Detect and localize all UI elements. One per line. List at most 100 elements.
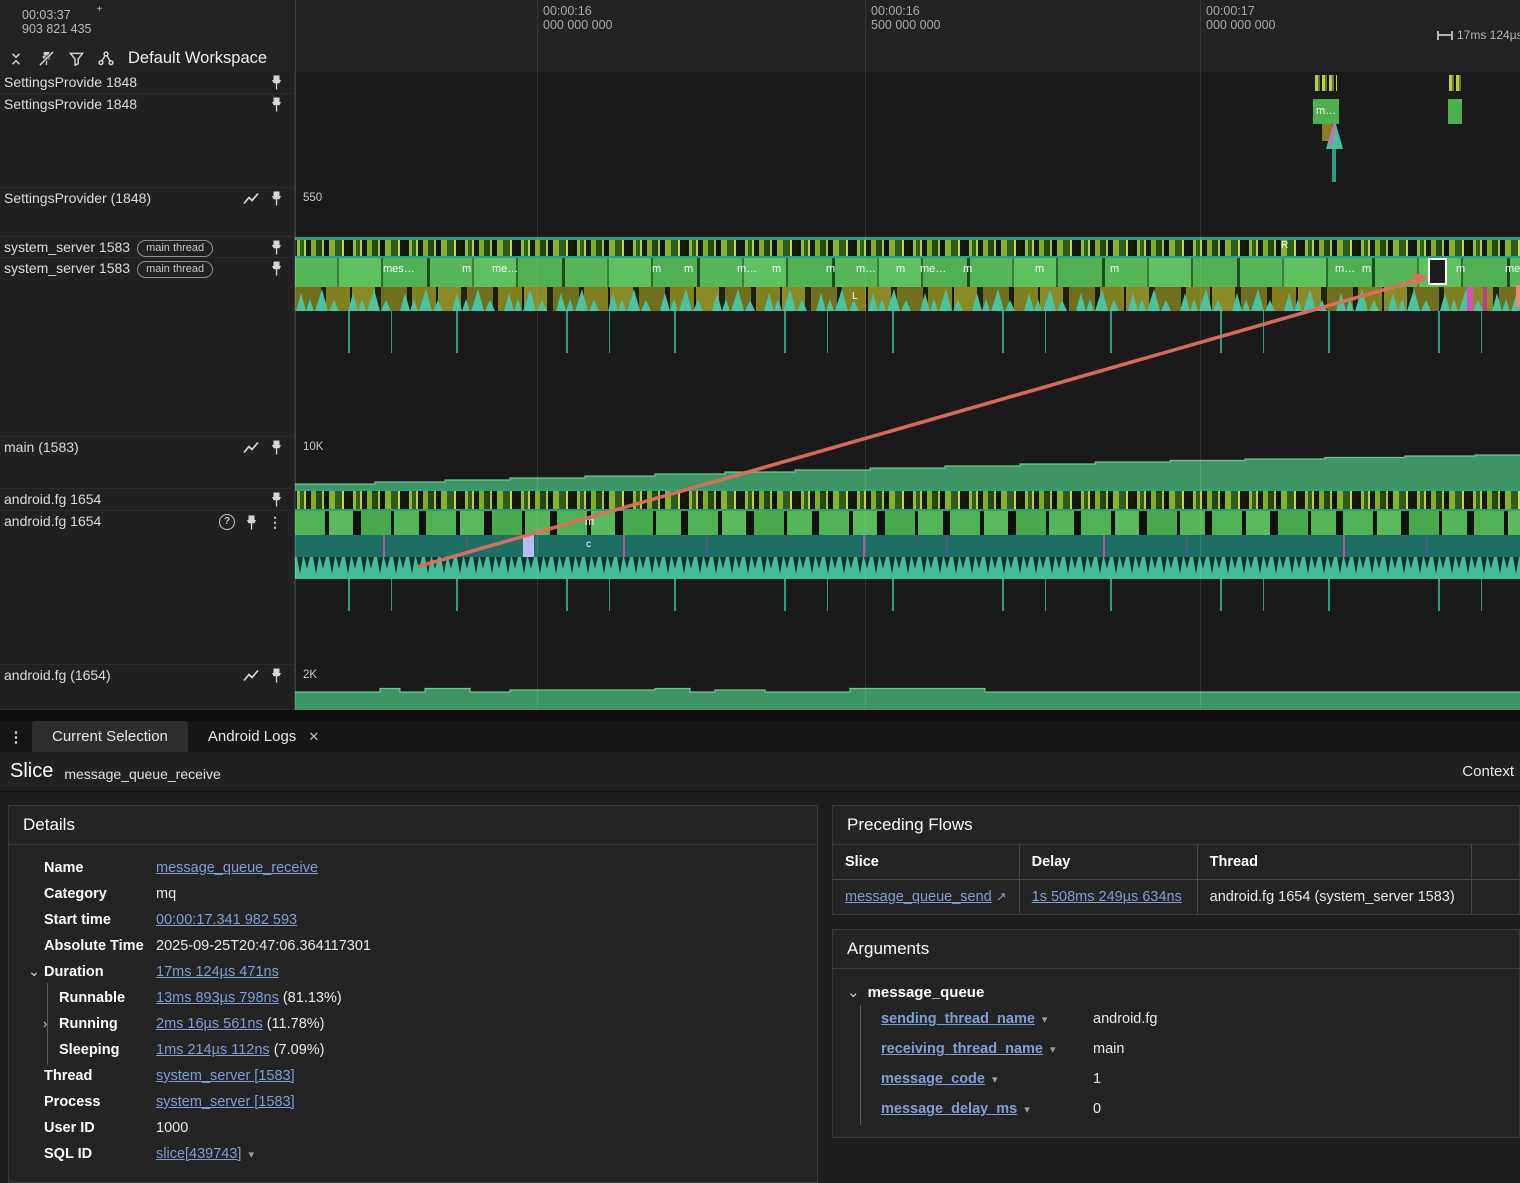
thread-state-track-canvas[interactable]: R — [295, 237, 1520, 258]
argument-value: android.fg — [1093, 1011, 1158, 1027]
chevron-down-icon[interactable]: ⌄ — [28, 962, 40, 982]
details-row: ⌄ Duration 17ms 124µs 471ns — [9, 959, 817, 985]
track-canvas[interactable]: m… — [295, 94, 1520, 188]
goto-slice-icon[interactable]: ↗ — [996, 889, 1007, 904]
detail-value-link[interactable]: 1ms 214µs 112ns — [156, 1042, 270, 1058]
pin-icon[interactable] — [271, 440, 282, 455]
pin-icon[interactable] — [271, 191, 282, 206]
selected-slice[interactable] — [1428, 258, 1447, 285]
collapse-all-tracks-button[interactable] — [6, 49, 26, 69]
detail-value-link[interactable]: slice[439743] — [156, 1146, 241, 1162]
track-label-androidfg-1[interactable]: android.fg 1654 — [0, 489, 295, 511]
track-label-androidfg-counter[interactable]: android.fg (1654) — [0, 665, 295, 710]
flow-delay-link[interactable]: 1s 508ms 249µs 634ns — [1032, 889, 1182, 905]
slice-lane[interactable] — [295, 511, 1520, 535]
track-canvas[interactable] — [295, 72, 1520, 94]
dropdown-caret-icon[interactable]: ▾ — [1042, 1014, 1048, 1026]
selection-kind: Slice — [10, 760, 54, 782]
slice-label: me… — [492, 263, 519, 275]
track-label-settingsprovide-1[interactable]: SettingsProvide 1848 — [0, 72, 295, 94]
slice[interactable] — [1516, 285, 1520, 307]
filter-tracks-button[interactable] — [66, 49, 86, 69]
slice[interactable] — [1483, 287, 1487, 311]
track-label-settingsprovider-counter[interactable]: SettingsProvider (1848) — [0, 188, 295, 237]
help-icon[interactable]: ? — [219, 514, 235, 530]
slice[interactable] — [1467, 287, 1473, 311]
track-label-settingsprovide-2[interactable]: SettingsProvide 1848 — [0, 94, 295, 188]
remove-pins-button[interactable] — [36, 49, 56, 69]
argument-key-link[interactable]: sending_thread_name — [881, 1011, 1035, 1027]
details-title: Details — [9, 806, 817, 845]
workspace-name[interactable]: Default Workspace — [128, 49, 267, 68]
argument-key-link[interactable]: message_code — [881, 1071, 985, 1087]
pin-icon[interactable] — [271, 668, 282, 683]
argument-key-link[interactable]: message_delay_ms — [881, 1101, 1017, 1117]
pin-icon[interactable] — [271, 492, 282, 507]
tab-menu-icon[interactable]: ⋮ — [0, 721, 32, 752]
counter-track-canvas[interactable]: 2K — [295, 665, 1520, 710]
time-ruler[interactable]: 00:03:37 + 903 821 435 00:00:16 000 000 00… — [0, 0, 1520, 45]
slice-track-canvas[interactable]: m c — [295, 511, 1520, 665]
dropdown-caret-icon[interactable]: ▾ — [248, 1149, 254, 1161]
close-tab-icon[interactable]: ✕ — [308, 729, 319, 745]
slice-markers — [295, 535, 1520, 557]
pin-icon[interactable] — [271, 75, 282, 90]
dropdown-caret-icon[interactable]: ▾ — [992, 1074, 998, 1086]
slice-track-canvas[interactable]: mes… m me… m m m… m m m… m me… m m m m… m m me L — [295, 258, 1520, 437]
detail-value-link[interactable]: 17ms 124µs 471ns — [156, 964, 279, 980]
track-label-system-server-2[interactable]: system_server 1583 main thread — [0, 258, 295, 437]
col-header-empty — [1471, 845, 1519, 880]
flow-slice-link[interactable]: message_queue_send — [845, 889, 992, 905]
slice-label: m — [684, 263, 694, 275]
dropdown-caret-icon[interactable]: ▾ — [1024, 1104, 1030, 1116]
track-label-androidfg-2[interactable]: android.fg 1654 ? ⋮ — [0, 511, 295, 665]
detail-value-link[interactable]: 00:00:17.341 982 593 — [156, 912, 297, 928]
thread-state-track-canvas[interactable] — [295, 489, 1520, 511]
chevron-right-icon[interactable]: › — [43, 1014, 47, 1034]
counter-track-canvas[interactable]: 550 — [295, 188, 1520, 237]
track-menu-icon[interactable]: ⋮ — [268, 515, 282, 529]
detail-value-link[interactable]: system_server [1583] — [156, 1068, 295, 1084]
detail-label: Category — [44, 886, 107, 902]
pin-icon[interactable] — [271, 261, 282, 276]
track-label-system-server-1[interactable]: system_server 1583 main thread — [0, 237, 295, 258]
detail-value-link[interactable]: message_queue_receive — [156, 860, 318, 876]
slice-group[interactable] — [1315, 75, 1337, 91]
tab-android-logs[interactable]: Android Logs ✕ — [188, 721, 339, 752]
argument-key: message_delay_ms ▾ — [881, 1100, 1093, 1120]
slice[interactable] — [1448, 99, 1462, 124]
detail-value-link[interactable]: 13ms 893µs 798ns — [156, 990, 279, 1006]
argument-group[interactable]: ⌄ message_queue — [833, 977, 1519, 1005]
detail-value-link[interactable]: 2ms 16µs 561ns — [156, 1016, 263, 1032]
line-chart-icon[interactable] — [243, 441, 260, 454]
thread-state-bar[interactable] — [295, 489, 1520, 511]
tab-current-selection[interactable]: Current Selection — [32, 721, 188, 752]
track-label-main-counter[interactable]: main (1583) — [0, 437, 295, 489]
detail-label: Sleeping — [59, 1042, 120, 1058]
slice-group[interactable] — [1449, 75, 1461, 91]
slice-lane[interactable]: L — [295, 287, 1520, 311]
dropdown-caret-icon[interactable]: ▾ — [1050, 1044, 1056, 1056]
slice-label: me — [1505, 263, 1520, 275]
chevron-down-icon[interactable]: ⌄ — [847, 983, 860, 1001]
workspace-menu-button[interactable] — [96, 49, 116, 69]
counter-track-canvas[interactable]: 10K — [295, 437, 1520, 489]
detail-value-link[interactable]: system_server [1583] — [156, 1094, 295, 1110]
line-chart-icon[interactable] — [243, 192, 260, 205]
detail-label: User ID — [44, 1120, 95, 1136]
slice[interactable]: m… — [1313, 99, 1339, 124]
pin-icon[interactable] — [271, 240, 282, 255]
slice-lane[interactable]: c — [295, 535, 1520, 557]
slice[interactable] — [523, 535, 534, 557]
pin-icon[interactable] — [246, 515, 257, 530]
details-row: SQL ID slice[439743] ▾ — [9, 1141, 817, 1168]
argument-key-link[interactable]: receiving_thread_name — [881, 1041, 1043, 1057]
line-chart-icon[interactable] — [243, 669, 260, 682]
right-column: Preceding Flows Slice Delay Thread messa… — [832, 805, 1520, 1138]
detail-value: 1000 — [156, 1120, 189, 1136]
context-button[interactable]: Context — [1462, 763, 1514, 780]
thread-state-bar[interactable] — [295, 237, 1520, 258]
panel-drag-handle[interactable] — [0, 710, 1520, 721]
bottom-panel: ⋮ Current Selection Android Logs ✕ Slice… — [0, 710, 1520, 1183]
pin-icon[interactable] — [271, 97, 282, 112]
